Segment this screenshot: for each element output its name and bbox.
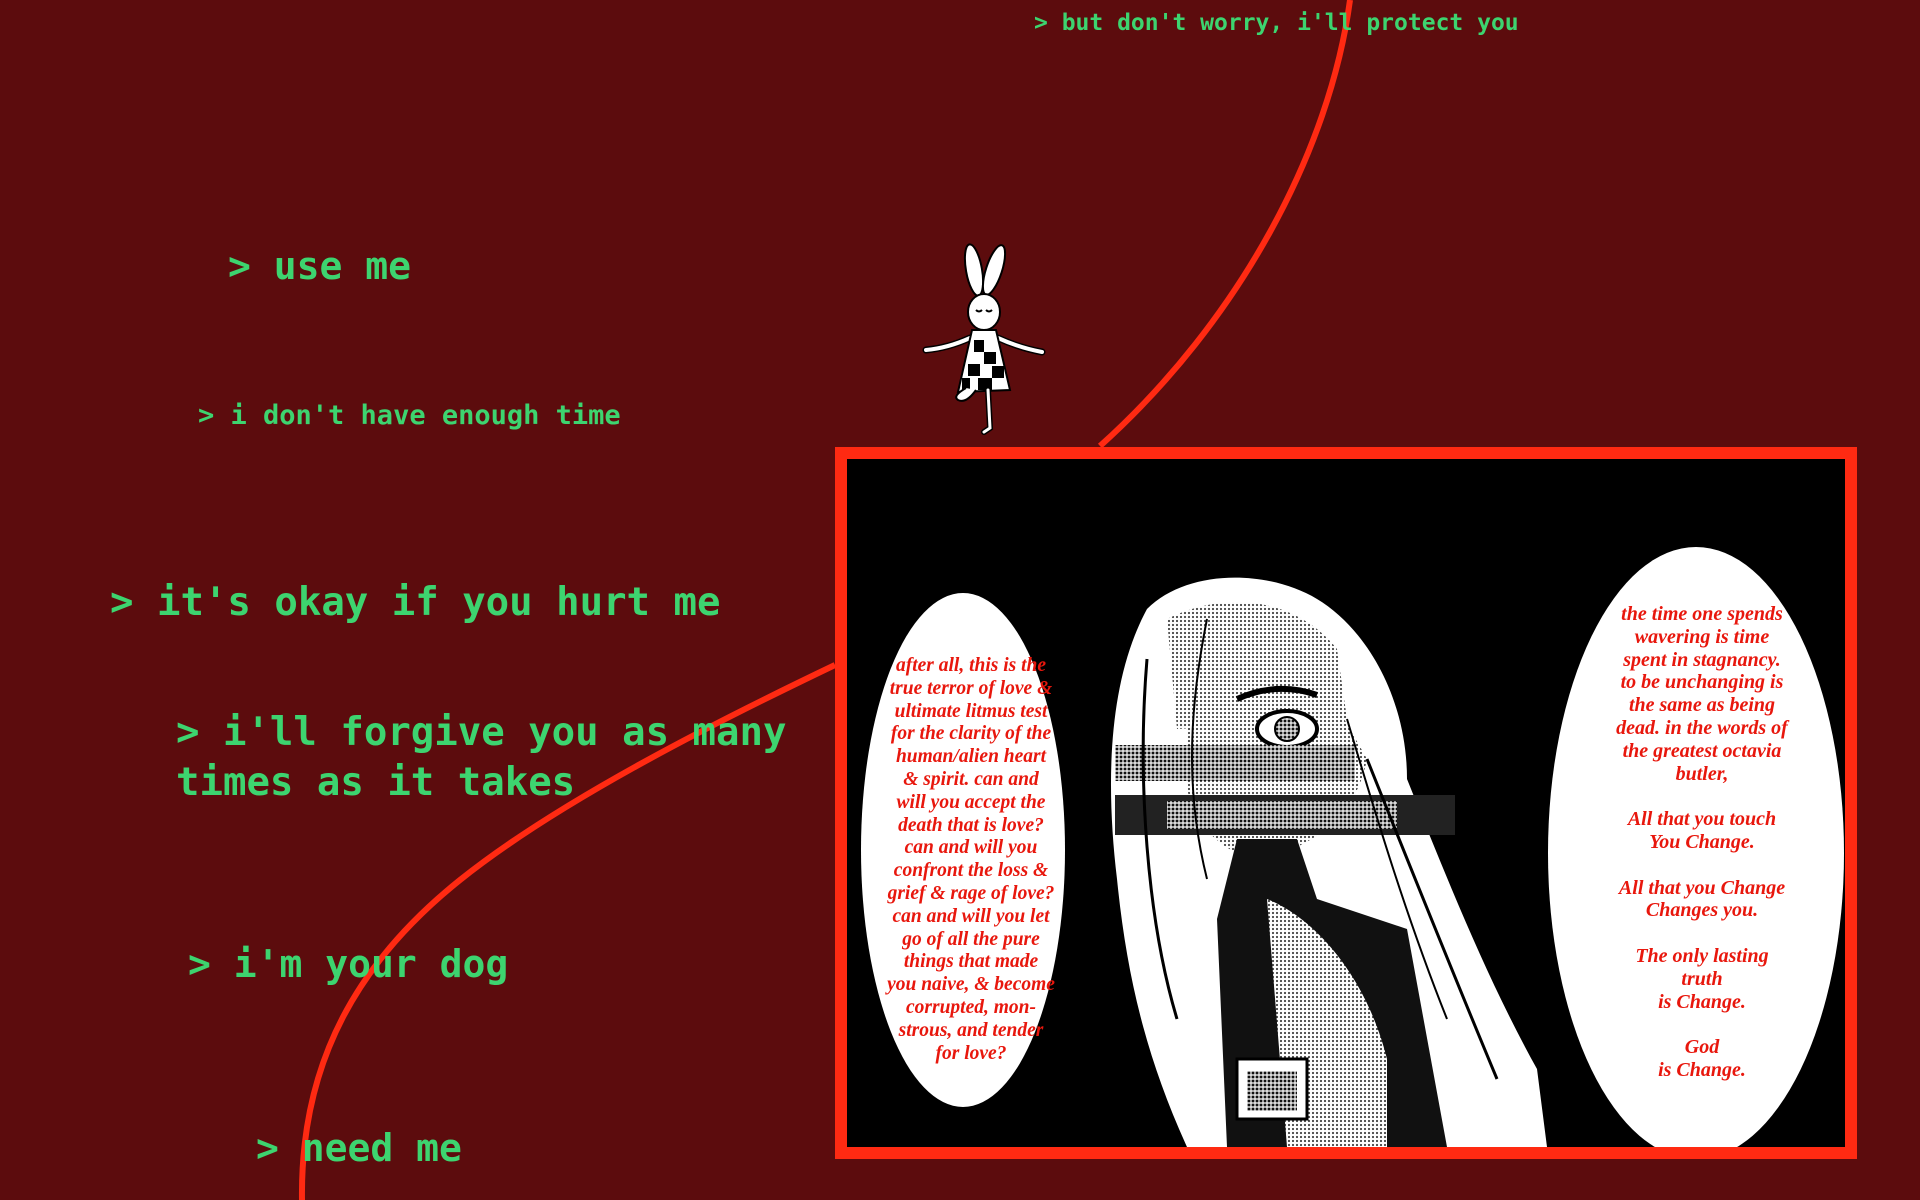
line-forgive: > i'll forgive you as many times as it t… <box>176 710 787 805</box>
line-protect: > but don't worry, i'll protect you <box>1034 10 1519 36</box>
line-use-me: > use me <box>228 244 412 288</box>
line-no-time: > i don't have enough time <box>198 400 621 431</box>
bunny-figure-icon <box>922 243 1046 435</box>
speech-bubble-right-text: the time one spends wavering is time spe… <box>1616 603 1788 1081</box>
manga-panel: after all, this is the true terror of lo… <box>835 447 1857 1159</box>
line-need: > need me <box>256 1126 462 1170</box>
line-hurt: > it's okay if you hurt me <box>110 580 721 625</box>
line-dog: > i'm your dog <box>188 942 509 986</box>
speech-bubble-left-text: after all, this is the true terror of lo… <box>887 655 1055 1064</box>
